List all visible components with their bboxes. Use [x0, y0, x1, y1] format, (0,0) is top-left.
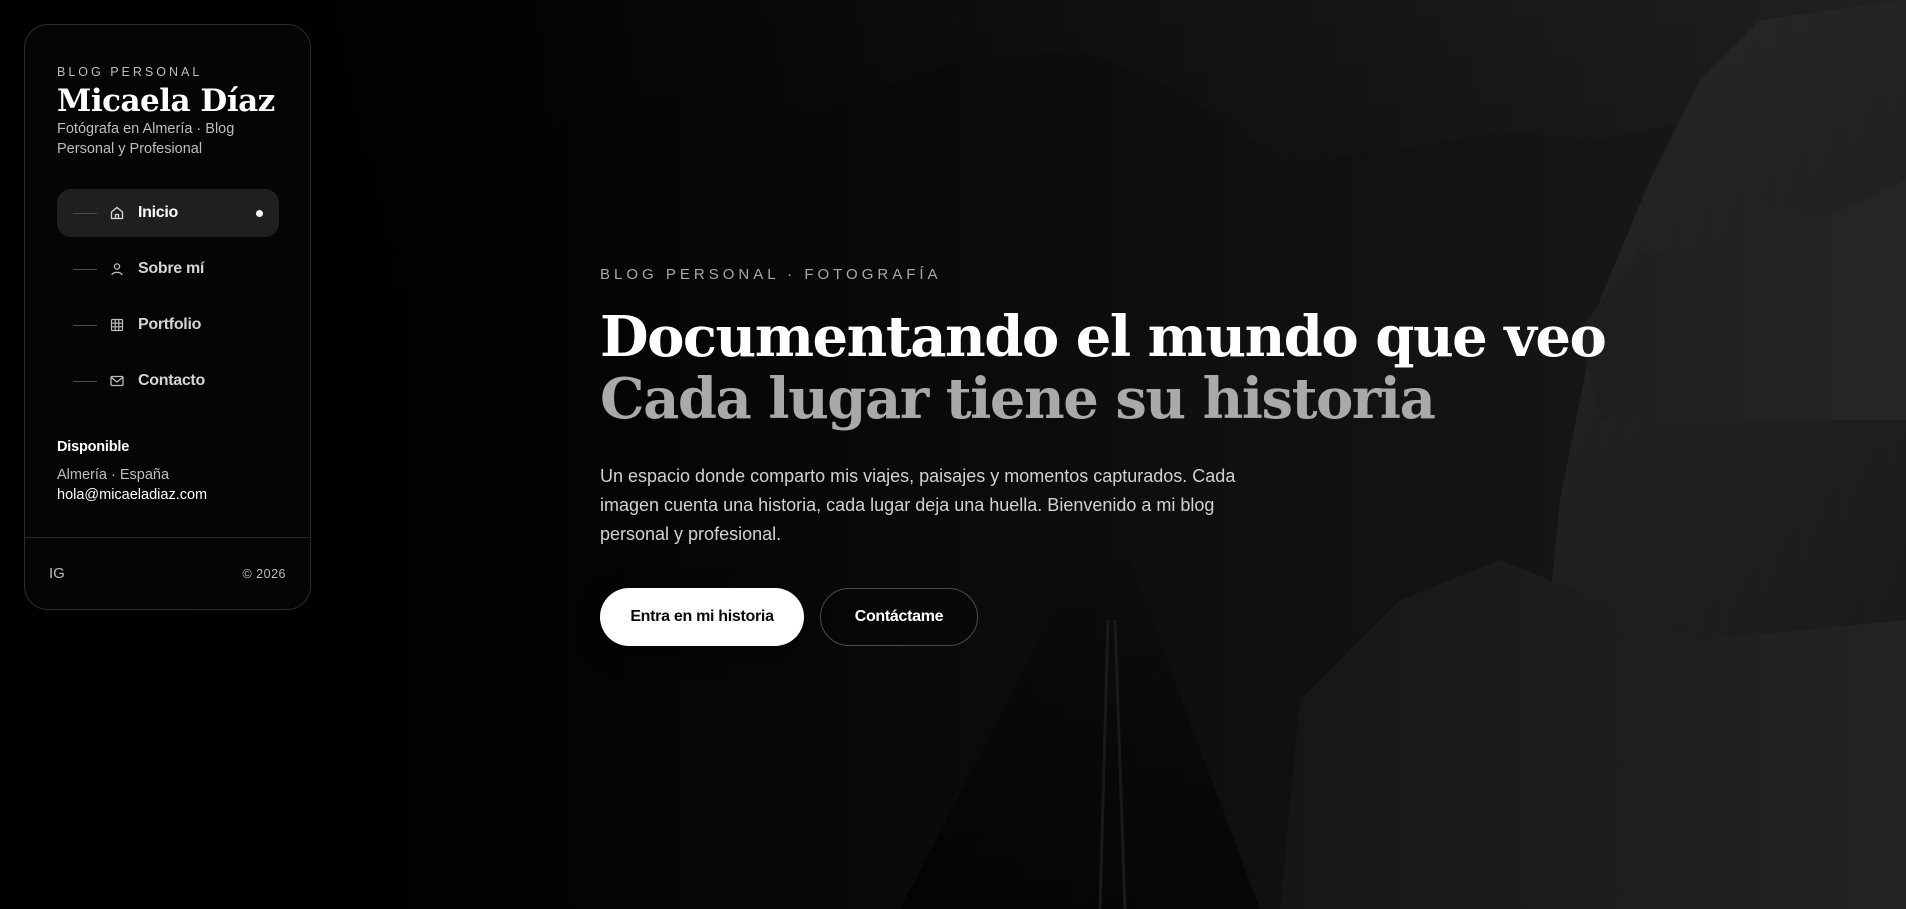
sidebar-item-portfolio[interactable]: Portfolio [57, 301, 279, 349]
sidebar-divider [25, 537, 310, 538]
sidebar-item-sobre-mi[interactable]: Sobre mí [57, 245, 279, 293]
sidebar-nav: Inicio Sobre mí Portfolio Contacto [57, 189, 279, 413]
contact-email-link[interactable]: hola@micaeladiaz.com [57, 487, 207, 503]
hero-eyebrow: BLOG PERSONAL · FOTOGRAFÍA [600, 266, 942, 283]
nav-line [73, 324, 97, 326]
user-icon [109, 261, 125, 277]
hero-title: Documentando el mundo que veo [600, 304, 1607, 370]
contact-button[interactable]: Contáctame [820, 588, 978, 646]
brand-name[interactable]: Micaela Díaz [57, 83, 275, 119]
nav-line [73, 268, 97, 270]
hero-description: Un espacio donde comparto mis viajes, pa… [600, 466, 1236, 544]
home-icon [109, 205, 125, 221]
hero-subtitle: Cada lugar tiene su historia [600, 366, 1436, 432]
nav-line [73, 380, 97, 382]
sidebar-item-label: Sobre mí [138, 260, 205, 277]
active-indicator-dot [256, 210, 263, 217]
sidebar-item-label: Inicio [138, 204, 178, 221]
enter-story-button[interactable]: Entra en mi historia [600, 588, 804, 646]
brand-subtitle: Fotógrafa en Almería · Blog Personal y P… [57, 121, 235, 157]
sidebar-item-label: Portfolio [138, 316, 202, 333]
brand-eyebrow: BLOG PERSONAL [57, 65, 203, 79]
availability-title: Disponible [57, 439, 130, 455]
sidebar: BLOG PERSONAL Micaela Díaz Fotógrafa en … [24, 24, 311, 610]
availability-location: Almería · España [57, 467, 170, 483]
nav-line [73, 212, 97, 214]
sidebar-item-label: Contacto [138, 372, 205, 389]
page: BLOG PERSONAL Micaela Díaz Fotógrafa en … [0, 0, 1906, 909]
mail-icon [109, 373, 125, 389]
instagram-link[interactable]: IG [49, 565, 65, 582]
sidebar-item-inicio[interactable]: Inicio [57, 189, 279, 237]
copyright: © 2026 [242, 567, 286, 581]
sidebar-item-contacto[interactable]: Contacto [57, 357, 279, 405]
grid-icon [109, 317, 125, 333]
